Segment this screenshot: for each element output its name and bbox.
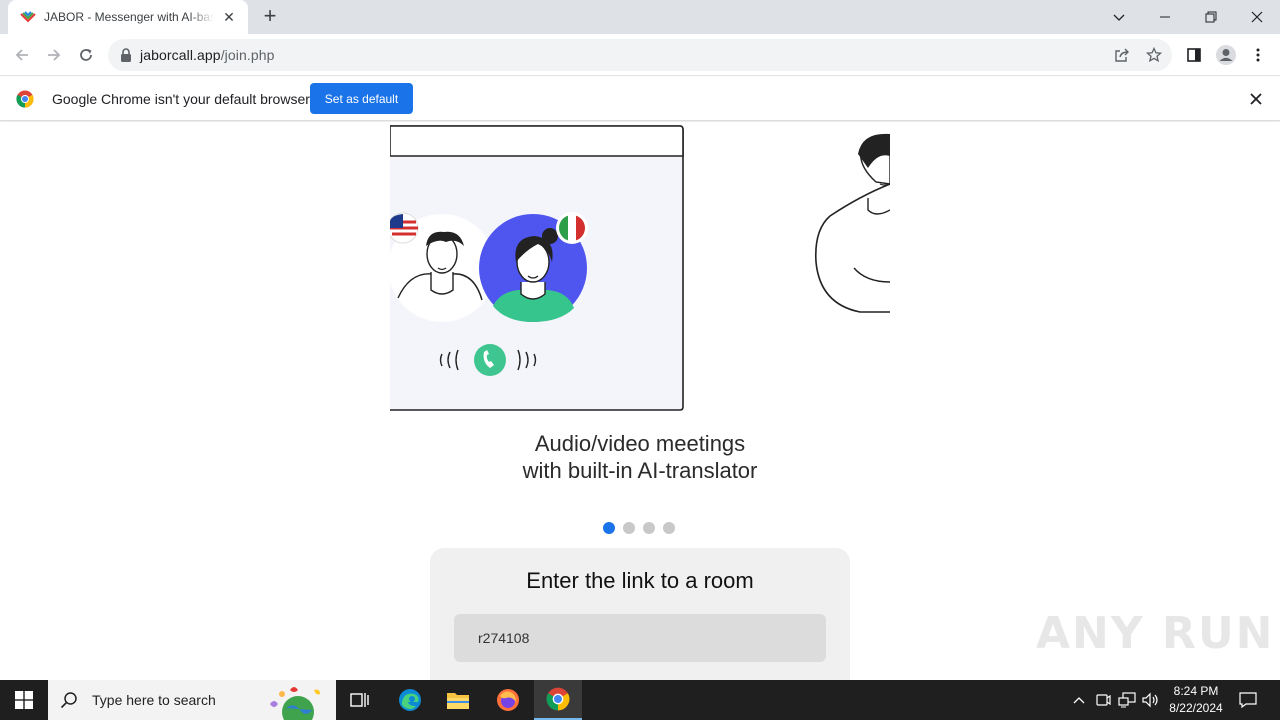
- arrow-right-icon: [48, 49, 61, 61]
- taskbar-file-explorer[interactable]: [434, 680, 482, 720]
- notification-center-button[interactable]: [1234, 680, 1262, 720]
- taskbar-firefox[interactable]: [484, 680, 532, 720]
- show-hidden-icons-button[interactable]: [1068, 680, 1090, 720]
- carousel-dot-4[interactable]: [663, 522, 675, 534]
- side-panel-icon: [1187, 48, 1201, 62]
- new-tab-button[interactable]: +: [258, 5, 282, 28]
- share-icon: [1115, 48, 1129, 62]
- task-view-icon: [350, 693, 369, 707]
- avatar-icon: [1216, 45, 1236, 65]
- tab-search-button[interactable]: [1096, 0, 1142, 34]
- tray-volume[interactable]: [1140, 680, 1162, 720]
- kebab-menu-icon: [1256, 48, 1260, 62]
- star-icon: [1146, 47, 1162, 63]
- notification-icon: [1239, 692, 1257, 708]
- room-link-input[interactable]: [454, 614, 826, 662]
- set-as-default-button[interactable]: Set as default: [310, 83, 413, 114]
- close-window-button[interactable]: [1234, 0, 1280, 34]
- profile-button[interactable]: [1211, 40, 1241, 70]
- share-button[interactable]: [1107, 40, 1137, 70]
- speaker-icon: [1142, 692, 1158, 708]
- restore-button[interactable]: [1188, 0, 1234, 34]
- carousel-dot-1[interactable]: [603, 522, 615, 534]
- caption-line-1: Audio/video meetings: [534, 431, 746, 456]
- browser-toolbar: jaborcall.app/join.php: [0, 34, 1280, 76]
- url-host: jaborcall.app: [140, 47, 221, 63]
- carousel-dot-3[interactable]: [643, 522, 655, 534]
- page-content: Audio/video meetings with built-in AI-tr…: [0, 122, 1280, 680]
- carousel-dots: [603, 522, 675, 534]
- taskbar-edge[interactable]: [386, 680, 434, 720]
- clock-date: 8/22/2024: [1169, 701, 1223, 715]
- folder-icon: [447, 693, 469, 709]
- tray-meet-now[interactable]: [1092, 680, 1114, 720]
- chevron-down-icon: [1113, 14, 1125, 21]
- jabor-favicon-icon: [20, 11, 36, 23]
- address-bar[interactable]: jaborcall.app/join.php: [108, 39, 1172, 71]
- taskbar-chrome[interactable]: [534, 680, 582, 720]
- edge-icon: [399, 689, 421, 711]
- network-icon: [1118, 692, 1136, 708]
- anyrun-watermark: ANY RUN: [1036, 608, 1275, 659]
- clock-time: 8:24 PM: [1173, 684, 1219, 698]
- search-highlight-icon: [270, 687, 320, 720]
- browser-tab[interactable]: JABOR - Messenger with AI-based translat…: [8, 0, 248, 34]
- tab-strip: JABOR - Messenger with AI-based translat…: [0, 0, 1280, 34]
- firefox-icon: [497, 689, 519, 711]
- restore-icon: [1205, 11, 1217, 23]
- infobar-close-icon[interactable]: [1250, 93, 1262, 105]
- join-room-card: Enter the link to a room: [430, 548, 850, 680]
- start-button[interactable]: [0, 680, 48, 720]
- tab-title: JABOR - Messenger with AI-based translat…: [44, 10, 214, 24]
- taskbar-clock[interactable]: 8:24 PM 8/22/2024: [1160, 683, 1232, 717]
- minimize-icon: [1160, 16, 1170, 18]
- url-path: /join.php: [220, 47, 275, 63]
- task-view-button[interactable]: [336, 680, 384, 720]
- forward-button[interactable]: [39, 40, 69, 70]
- menu-button[interactable]: [1243, 40, 1273, 70]
- minimize-button[interactable]: [1142, 0, 1188, 34]
- infobar-message: Google Chrome isn't your default browser: [52, 91, 310, 107]
- close-icon: [1251, 11, 1263, 23]
- reload-icon: [80, 49, 92, 61]
- slide-caption: Audio/video meetings with built-in AI-tr…: [440, 430, 840, 484]
- search-placeholder: Type here to search: [92, 692, 216, 708]
- taskbar-search[interactable]: Type here to search: [48, 680, 336, 720]
- url-text: jaborcall.app/join.php: [140, 47, 275, 63]
- default-browser-infobar: Google Chrome isn't your default browser: [0, 77, 1280, 121]
- windows-taskbar: Type here to search 8:24 PM 8/22/2024: [0, 680, 1280, 720]
- chrome-logo-icon: [16, 90, 34, 108]
- windows-logo-icon: [15, 691, 33, 709]
- lock-icon: [121, 48, 131, 62]
- italy-flag-icon: [556, 212, 588, 244]
- room-title: Enter the link to a room: [526, 568, 754, 593]
- chrome-icon: [546, 687, 570, 711]
- arrow-left-icon: [15, 49, 28, 61]
- chevron-up-icon: [1073, 697, 1085, 704]
- tray-network[interactable]: [1116, 680, 1138, 720]
- search-icon: [60, 692, 77, 709]
- video-call-illustration: [390, 125, 890, 411]
- bookmark-button[interactable]: [1139, 40, 1169, 70]
- back-button[interactable]: [7, 40, 37, 70]
- us-flag-icon: [390, 212, 419, 244]
- carousel-dot-2[interactable]: [623, 522, 635, 534]
- side-panel-button[interactable]: [1179, 40, 1209, 70]
- network-drive-icon: [1096, 694, 1111, 706]
- caption-line-2: with built-in AI-translator: [522, 458, 758, 483]
- reload-button[interactable]: [71, 40, 101, 70]
- tab-close-icon[interactable]: ✕: [220, 8, 238, 26]
